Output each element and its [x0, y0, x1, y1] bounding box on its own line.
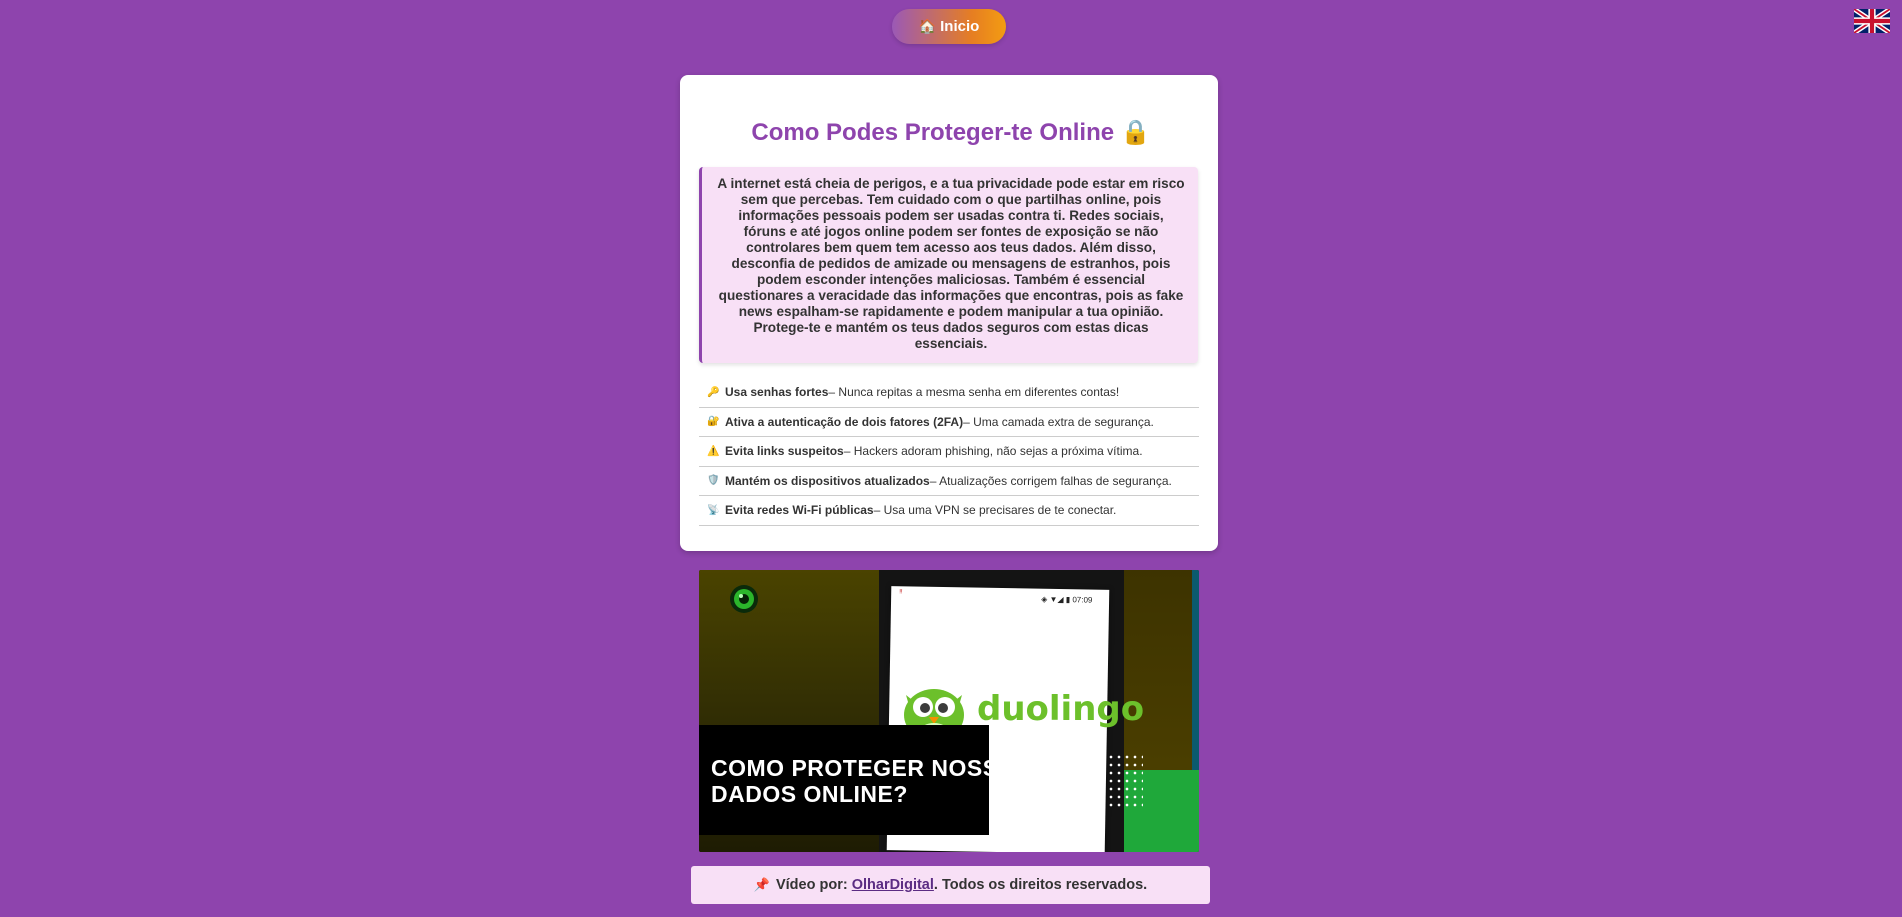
eye-logo-icon [730, 585, 758, 613]
lock-icon: 🔐 [707, 416, 720, 428]
list-item: 🔑 Usa senhas fortes – Nunca repitas a me… [699, 378, 1199, 408]
tip-title: Ativa a autenticação de dois fatores (2F… [725, 414, 964, 429]
tip-text: – Hackers adoram phishing, não sejas a p… [843, 444, 1143, 459]
tips-list: 🔑 Usa senhas fortes – Nunca repitas a me… [699, 378, 1199, 526]
tip-title: Mantém os dispositivos atualizados [725, 473, 930, 488]
credit-prefix: Vídeo por: [775, 877, 848, 893]
shield-icon: 🛡️ [707, 475, 720, 487]
tip-text: – Nunca repitas a mesma senha em diferen… [828, 385, 1120, 400]
warning-icon: ⚠️ [707, 445, 720, 457]
list-item: 🛡️ Mantém os dispositivos atualizados – … [699, 467, 1199, 496]
satellite-icon: 📡 [707, 504, 720, 516]
status-time: 07:09 [1072, 595, 1093, 605]
tip-title: Evita redes Wi-Fi públicas [725, 503, 874, 518]
tip-text: – Atualizações corrigem falhas de segura… [929, 473, 1172, 488]
list-item: 🔐 Ativa a autenticação de dois fatores (… [699, 408, 1199, 437]
video-credit: 📌 Vídeo por: OlharDigital. Todos os dire… [691, 866, 1210, 904]
intro-text: A internet está cheia de perigos, e a tu… [699, 167, 1198, 363]
home-button[interactable]: 🏠 Inicio [892, 9, 1006, 44]
status-mark: !! [899, 589, 903, 596]
duolingo-logo-text: duolingo [977, 689, 1145, 729]
dot-pattern [1107, 753, 1143, 808]
tip-text: – Usa uma VPN se precisares de te conect… [873, 503, 1117, 518]
tip-title: Usa senhas fortes [725, 385, 829, 400]
lock-icon: 🔒 [1120, 119, 1151, 146]
credit-link[interactable]: OlharDigital [852, 877, 934, 893]
key-icon: 🔑 [707, 386, 720, 398]
tip-title: Evita links suspeitos [725, 444, 844, 459]
credit-suffix: . Todos os direitos reservados. [933, 877, 1148, 893]
tip-text: – Uma camada extra de segurança. [963, 414, 1154, 429]
pushpin-icon: 📌 [753, 877, 770, 892]
page-title-text: Como Podes Proteger-te Online [751, 119, 1115, 146]
house-icon: 🏠 [918, 18, 937, 34]
video-player[interactable]: !! ◈ ▼◢ ▮ 07:09 duolingo COMO PROTEGER N… [699, 570, 1199, 852]
home-button-label: Inicio [940, 18, 980, 35]
page-title: Como Podes Proteger-te Online 🔒 [0, 118, 1902, 147]
list-item: 📡 Evita redes Wi-Fi públicas – Usa uma V… [699, 496, 1199, 526]
uk-flag-icon[interactable] [1854, 9, 1890, 33]
list-item: ⚠️ Evita links suspeitos – Hackers adora… [699, 437, 1199, 467]
status-bar: ◈ ▼◢ ▮ 07:09 [1041, 594, 1093, 605]
video-caption: COMO PROTEGER NOSSOS DADOS ONLINE? [711, 755, 1033, 807]
